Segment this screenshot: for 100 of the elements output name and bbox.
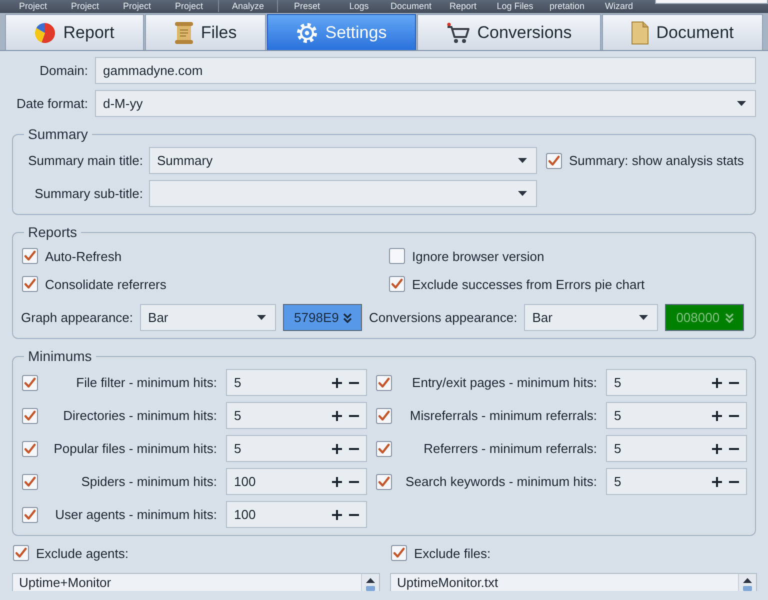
plus-icon[interactable]: [332, 444, 342, 454]
checkbox[interactable]: [22, 408, 38, 424]
tab[interactable]: Conversions: [416, 14, 601, 50]
tab[interactable]: Report: [5, 14, 144, 50]
field-label: Spiders - minimum hits:: [80, 474, 217, 489]
minus-icon[interactable]: [349, 448, 359, 450]
minus-icon[interactable]: [729, 448, 739, 450]
number-field[interactable]: 5: [606, 435, 747, 462]
toolbar-button[interactable]: Project: [59, 0, 111, 12]
toolbar-button[interactable]: pretation: [541, 0, 593, 12]
checkbox[interactable]: [391, 545, 407, 561]
toolbar-button[interactable]: Analyze: [222, 0, 274, 12]
field-label: Search keywords - minimum hits:: [404, 474, 597, 489]
minus-icon[interactable]: [729, 414, 739, 416]
checkbox[interactable]: [22, 276, 38, 292]
checkbox[interactable]: [389, 276, 405, 292]
plus-icon[interactable]: [712, 444, 722, 454]
checkbox[interactable]: [546, 152, 562, 168]
toolbar-button[interactable]: Preset: [281, 0, 333, 12]
minus-icon[interactable]: [729, 480, 739, 482]
field-label: Popular files - minimum hits:: [52, 441, 217, 456]
checkbox[interactable]: [22, 374, 38, 390]
minus-icon[interactable]: [729, 382, 739, 384]
field-label: Referrers - minimum referrals:: [422, 441, 597, 456]
dropdown[interactable]: Bar: [140, 304, 276, 331]
number-field[interactable]: 5: [226, 402, 367, 429]
double-chevron-down-icon: [725, 312, 734, 322]
plus-icon[interactable]: [712, 378, 722, 388]
plus-icon[interactable]: [332, 378, 342, 388]
checkbox[interactable]: [22, 440, 38, 456]
checkbox-label[interactable]: Exclude successes from Errors pie chart: [412, 276, 645, 292]
checkbox-label[interactable]: Exclude agents:: [36, 546, 129, 560]
color-button[interactable]: 5798E9: [283, 304, 362, 331]
group-title: Minimums: [27, 348, 93, 364]
checkbox[interactable]: [22, 506, 38, 522]
field-label: Domain:: [38, 63, 88, 78]
dropdown[interactable]: Bar: [524, 304, 658, 331]
plus-icon[interactable]: [332, 410, 342, 420]
checkbox-label[interactable]: Ignore browser version: [412, 248, 544, 264]
checkbox[interactable]: [376, 374, 392, 390]
checkbox[interactable]: [376, 474, 392, 490]
field-label: Directories - minimum hits:: [62, 408, 217, 423]
checkbox[interactable]: [22, 248, 38, 264]
search-field[interactable]: [655, 0, 768, 4]
number-field[interactable]: 100: [226, 501, 367, 528]
toolbar-button[interactable]: Wizard: [593, 0, 645, 12]
dropdown[interactable]: Summary: [149, 147, 537, 174]
field-label: Graph appearance:: [21, 310, 134, 325]
toolbar-button[interactable]: Logs: [333, 0, 385, 12]
toolbar-button[interactable]: Project: [163, 0, 215, 12]
caret-icon: [257, 315, 266, 320]
plus-icon[interactable]: [712, 476, 722, 486]
toolbar-button[interactable]: Project: [7, 0, 59, 12]
checkbox[interactable]: [376, 408, 392, 424]
text-field[interactable]: gammadyne.com: [95, 57, 756, 84]
minus-icon[interactable]: [349, 382, 359, 384]
minus-icon[interactable]: [349, 414, 359, 416]
checkbox-label[interactable]: Consolidate referrers: [45, 276, 166, 292]
checkbox-label[interactable]: Summary: show analysis stats: [569, 153, 744, 168]
pie-chart-icon: [34, 22, 56, 44]
caret-up-icon[interactable]: [743, 578, 752, 583]
text-area[interactable]: Uptime+Monitor: [12, 573, 380, 591]
number-field[interactable]: 5: [606, 402, 747, 429]
minus-icon[interactable]: [349, 480, 359, 482]
checkbox[interactable]: [389, 248, 405, 264]
tab[interactable]: Files: [144, 14, 266, 50]
number-field[interactable]: 5: [226, 435, 367, 462]
scrollbar-thumb[interactable]: [743, 586, 752, 591]
toolbar-button[interactable]: Log Files: [489, 0, 541, 12]
plus-icon[interactable]: [712, 410, 722, 420]
field-label: Entry/exit pages - minimum hits:: [411, 375, 597, 390]
plus-icon[interactable]: [332, 510, 342, 520]
caret-icon: [737, 101, 746, 106]
toolbar-button[interactable]: Document: [385, 0, 437, 12]
group-title: Reports: [27, 224, 78, 240]
checkbox-label[interactable]: Exclude files:: [414, 546, 491, 560]
tab[interactable]: Document: [602, 14, 764, 50]
caret-up-icon[interactable]: [366, 578, 375, 583]
toolbar-button[interactable]: Project: [111, 0, 163, 12]
field-label: Summary main title:: [27, 153, 143, 168]
gear-icon: [296, 22, 318, 44]
scrollbar-thumb[interactable]: [366, 586, 375, 591]
plus-icon[interactable]: [332, 476, 342, 486]
text-area[interactable]: UptimeMonitor.txt: [390, 573, 757, 591]
number-field[interactable]: 5: [606, 468, 747, 495]
number-field[interactable]: 5: [606, 369, 747, 396]
scrollbar[interactable]: [738, 574, 756, 591]
checkbox-label[interactable]: Auto-Refresh: [45, 248, 122, 264]
dropdown[interactable]: d-M-yy: [95, 90, 756, 117]
minus-icon[interactable]: [349, 514, 359, 516]
number-field[interactable]: 5: [226, 369, 367, 396]
checkbox[interactable]: [376, 440, 392, 456]
group-title: Summary: [27, 126, 89, 142]
checkbox[interactable]: [22, 474, 38, 490]
caret-icon: [639, 315, 648, 320]
scrollbar[interactable]: [361, 574, 379, 591]
caret-icon: [518, 158, 527, 163]
toolbar-button[interactable]: Report: [437, 0, 489, 12]
checkbox[interactable]: [13, 545, 29, 561]
number-field[interactable]: 100: [226, 468, 367, 495]
